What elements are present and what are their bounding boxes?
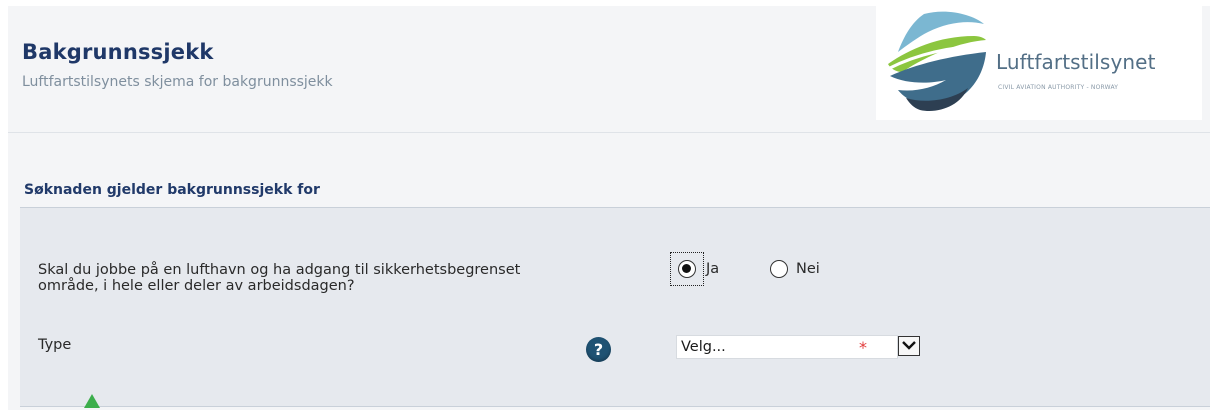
radio-nei-label[interactable]: Nei — [796, 261, 820, 277]
page-header: Bakgrunnssjekk Luftfartstilsynets skjema… — [8, 6, 1210, 133]
mouse-cursor-icon — [84, 394, 100, 408]
page: Bakgrunnssjekk Luftfartstilsynets skjema… — [8, 6, 1210, 410]
luftfartstilsynet-logo: Luftfartstilsynet CIVIL AVIATION AUTHORI… — [876, 6, 1202, 120]
radio-ja[interactable] — [678, 260, 696, 278]
type-select-dropdown-button[interactable] — [898, 336, 920, 356]
type-select[interactable]: Velg... * — [676, 335, 898, 359]
airport-access-question: Skal du jobbe på en lufthavn og ha adgan… — [38, 262, 521, 294]
help-icon[interactable]: ? — [586, 337, 611, 362]
type-select-value: Velg... — [681, 339, 726, 355]
type-label: Type — [38, 337, 72, 353]
radio-nei[interactable] — [770, 260, 788, 278]
logo-swoosh-icon — [885, 11, 987, 112]
page-title: Bakgrunnssjekk — [22, 40, 214, 64]
radio-ja-label[interactable]: Ja — [706, 261, 719, 277]
section-title: Søknaden gjelder bakgrunnssjekk for — [24, 182, 320, 198]
required-asterisk: * — [859, 338, 867, 357]
form-panel: Skal du jobbe på en lufthavn og ha adgan… — [20, 207, 1210, 407]
logo-wordmark: Luftfartstilsynet — [996, 50, 1156, 74]
page-subtitle: Luftfartstilsynets skjema for bakgrunnss… — [22, 74, 333, 90]
logo-tagline: CIVIL AVIATION AUTHORITY - NORWAY — [998, 84, 1119, 91]
chevron-down-icon — [902, 341, 916, 350]
